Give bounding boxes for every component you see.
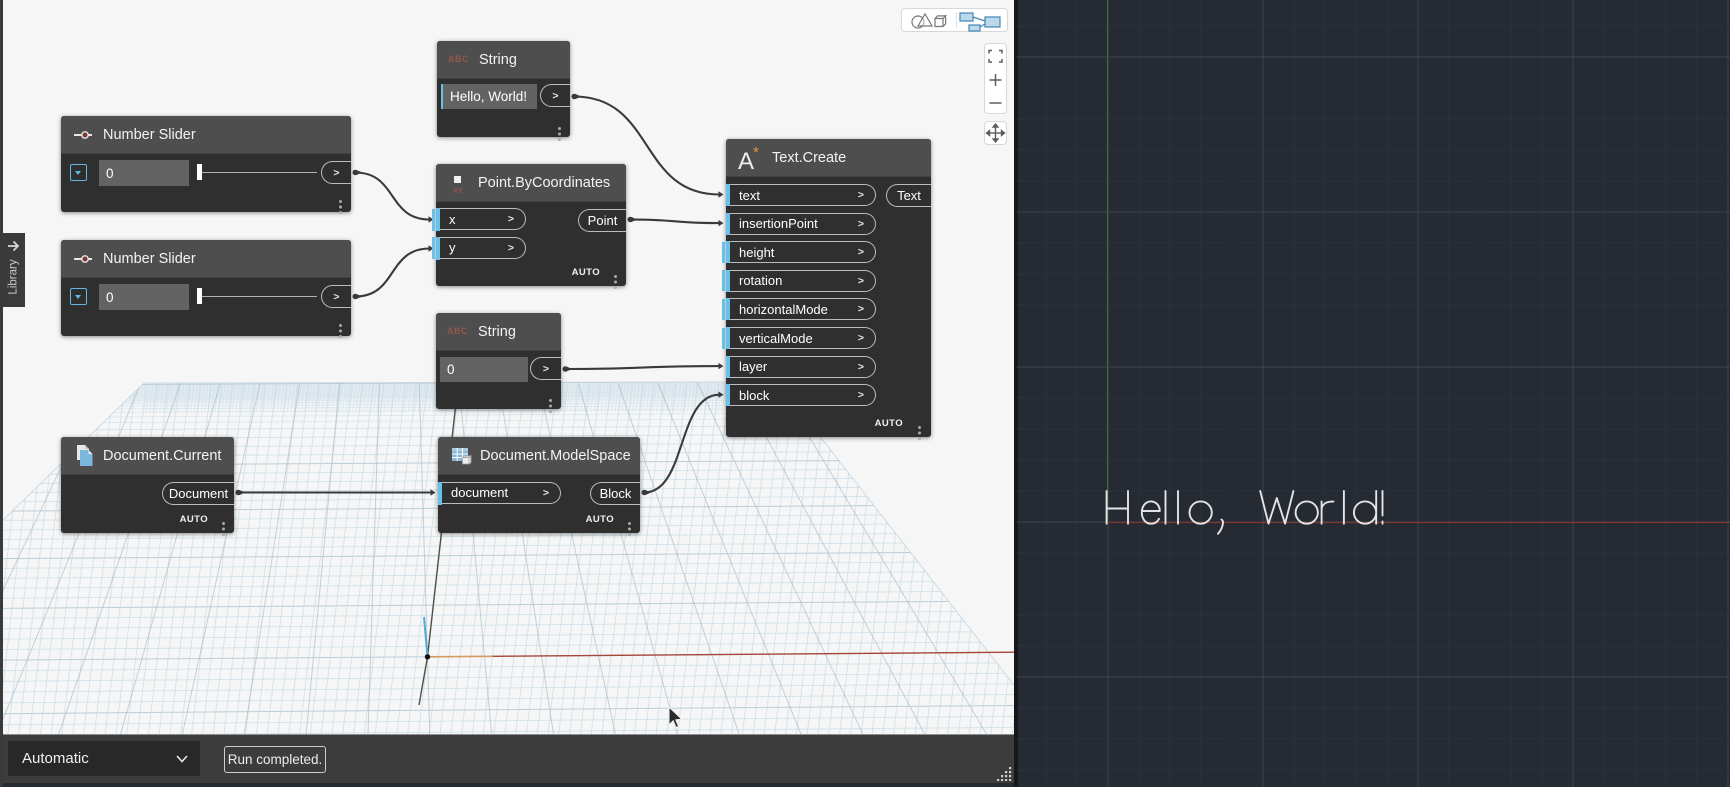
svg-text:XY: XY xyxy=(453,186,463,195)
svg-text:A: A xyxy=(738,148,754,174)
svg-text:*: * xyxy=(753,144,759,161)
